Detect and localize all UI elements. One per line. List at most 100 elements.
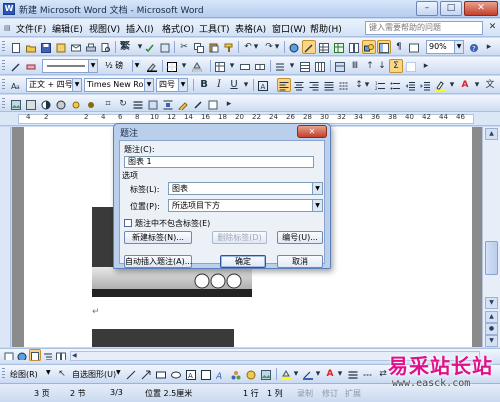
- outside-border-icon[interactable]: [165, 59, 179, 73]
- spelling-grammar-icon[interactable]: [143, 40, 157, 54]
- caption-input[interactable]: 图表 1: [124, 156, 314, 168]
- line-style-icon[interactable]: [131, 97, 145, 111]
- show-hide-icon[interactable]: ¶: [392, 40, 406, 54]
- menu-view[interactable]: 视图(V): [89, 22, 120, 35]
- print-preview-icon[interactable]: [99, 40, 113, 54]
- line-color-icon[interactable]: [301, 367, 315, 381]
- bold-button[interactable]: B: [197, 78, 211, 92]
- word-app-icon[interactable]: W: [3, 3, 15, 15]
- text-box-icon[interactable]: A: [184, 367, 198, 381]
- scroll-left-icon[interactable]: ◀: [72, 352, 77, 359]
- menu-file[interactable]: 文件(F): [16, 22, 46, 35]
- phonetic-guide-icon[interactable]: 文: [483, 78, 497, 92]
- menu-table[interactable]: 表格(A): [235, 22, 266, 35]
- format-picture-icon[interactable]: [176, 97, 190, 111]
- justify-icon[interactable]: [322, 78, 336, 92]
- toolbar-grip[interactable]: [2, 41, 5, 53]
- permission-icon[interactable]: [54, 40, 68, 54]
- email-icon[interactable]: [69, 40, 83, 54]
- browse-object-icon[interactable]: ●: [485, 323, 498, 335]
- outline-view-icon[interactable]: [42, 349, 54, 361]
- styles-pane-icon[interactable]: Aa: [9, 78, 23, 92]
- maximize-button[interactable]: □: [440, 1, 462, 16]
- line-style-2-icon[interactable]: [346, 367, 360, 381]
- numbering-button[interactable]: 编号(U)...: [277, 231, 323, 244]
- doc-close-icon[interactable]: ✕: [487, 22, 498, 33]
- autoformat-icon[interactable]: [333, 59, 347, 73]
- copy-icon[interactable]: [192, 40, 206, 54]
- insert-table-icon[interactable]: [317, 40, 331, 54]
- text-wrapping-icon[interactable]: [161, 97, 175, 111]
- redo-dropdown-icon[interactable]: ▾: [273, 40, 281, 54]
- font-color-icon[interactable]: A: [458, 78, 472, 92]
- autosum-icon[interactable]: Σ: [389, 59, 403, 73]
- reset-picture-icon[interactable]: [206, 97, 220, 111]
- less-contrast-icon[interactable]: [54, 97, 68, 111]
- underline-dropdown-icon[interactable]: ▾: [242, 78, 250, 92]
- distribute-rows-icon[interactable]: [298, 59, 312, 73]
- align-dropdown-icon[interactable]: ▾: [288, 59, 296, 73]
- diagram-icon[interactable]: [229, 367, 243, 381]
- previous-page-icon[interactable]: ▲: [485, 311, 498, 323]
- border-dropdown-icon[interactable]: ▾: [180, 59, 188, 73]
- more-contrast-icon[interactable]: [39, 97, 53, 111]
- menu-format[interactable]: 格式(O): [162, 22, 194, 35]
- insert-picture-icon[interactable]: [9, 97, 23, 111]
- highlight-dropdown-icon[interactable]: ▾: [448, 78, 456, 92]
- fill-color-icon[interactable]: [279, 367, 293, 381]
- menu-edit[interactable]: 编辑(E): [52, 22, 83, 35]
- draw-font-color-icon[interactable]: A: [323, 367, 337, 381]
- italic-button[interactable]: I: [212, 78, 226, 92]
- line-weight-select[interactable]: ½ 磅 ▼: [102, 59, 142, 73]
- distributed-icon[interactable]: [337, 78, 351, 92]
- open-folder-icon[interactable]: [24, 40, 38, 54]
- numbering-icon[interactable]: 12: [373, 78, 387, 92]
- save-icon[interactable]: [39, 40, 53, 54]
- position-select[interactable]: 所选项目下方 ▼: [168, 199, 323, 212]
- eraser-icon[interactable]: [24, 59, 38, 73]
- decrease-indent-icon[interactable]: [403, 78, 417, 92]
- undo-dropdown-icon[interactable]: ▾: [252, 40, 260, 54]
- font-select[interactable]: Times New Roman ▼: [84, 78, 154, 92]
- menu-insert[interactable]: 插入(I): [126, 22, 154, 35]
- vertical-ruler[interactable]: [0, 127, 11, 347]
- status-trk[interactable]: 修订: [322, 388, 338, 399]
- format-painter-icon[interactable]: [222, 40, 236, 54]
- reading-layout-icon[interactable]: [55, 349, 67, 361]
- wordart-icon[interactable]: A: [214, 367, 228, 381]
- menu-window[interactable]: 窗口(W): [272, 22, 306, 35]
- normal-view-icon[interactable]: [3, 349, 15, 361]
- dash-style-icon[interactable]: [361, 367, 375, 381]
- rotate-icon[interactable]: ↻: [116, 97, 130, 111]
- status-rec[interactable]: 录制: [297, 388, 313, 399]
- font-size-select[interactable]: 四号 ▼: [156, 78, 188, 92]
- minimize-button[interactable]: –: [416, 1, 438, 16]
- rectangle-icon[interactable]: [154, 367, 168, 381]
- scroll-up-icon[interactable]: ▲: [485, 128, 498, 140]
- cancel-button[interactable]: 取消: [277, 255, 323, 268]
- line-icon[interactable]: [124, 367, 138, 381]
- align-cell-icon[interactable]: [273, 59, 287, 73]
- fill-dropdown-icon[interactable]: ▾: [292, 367, 300, 381]
- menu-tools[interactable]: 工具(T): [199, 22, 230, 35]
- oval-icon[interactable]: [169, 367, 183, 381]
- picture-icon[interactable]: [259, 367, 273, 381]
- autocaption-button[interactable]: 自动插入题注(A)...: [124, 255, 192, 268]
- help-search-input[interactable]: 键入需要帮助的问题: [365, 21, 483, 35]
- compress-icon[interactable]: [146, 97, 160, 111]
- highlight-icon[interactable]: [433, 78, 447, 92]
- bullets-icon[interactable]: [388, 78, 402, 92]
- ok-button[interactable]: 确定: [220, 255, 266, 268]
- reading-icon[interactable]: [407, 40, 421, 54]
- document-map-icon[interactable]: [377, 40, 391, 54]
- status-ext[interactable]: 扩展: [345, 388, 361, 399]
- toolbar-grip[interactable]: [2, 79, 5, 91]
- color-icon[interactable]: [24, 97, 38, 111]
- border-color-icon[interactable]: [145, 59, 159, 73]
- next-page-icon[interactable]: ▼: [485, 335, 498, 347]
- align-right-icon[interactable]: [307, 78, 321, 92]
- table-dropdown-icon[interactable]: ▾: [228, 59, 236, 73]
- toolbar-grip[interactable]: [2, 98, 5, 110]
- new-doc-icon[interactable]: [9, 40, 23, 54]
- underline-button[interactable]: U: [227, 78, 241, 92]
